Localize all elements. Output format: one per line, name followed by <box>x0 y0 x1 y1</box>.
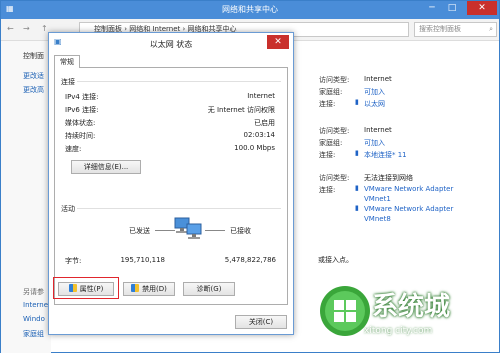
duration-value: 02:03:14 <box>243 131 275 139</box>
ipv6-value: 无 Internet 访问权限 <box>207 106 275 114</box>
vmnet8-link-line1[interactable]: VMware Network Adapter <box>364 205 453 213</box>
disable-label: 禁用(D) <box>142 285 167 293</box>
conn1-ethernet-link[interactable]: 以太网 <box>364 99 385 109</box>
divider <box>77 81 281 82</box>
conn2-access: Internet <box>364 126 392 134</box>
conn2-conn-label: 连接: <box>319 151 336 159</box>
ethernet-icon: ▮ <box>355 98 359 106</box>
minimize-button[interactable]: ─ <box>423 1 441 15</box>
diagnose-button[interactable]: 诊断(G) <box>183 282 235 296</box>
media-state-value: 已启用 <box>254 119 275 127</box>
general-panel: 连接 IPv4 连接: Internet IPv6 连接: 无 Internet… <box>53 67 288 305</box>
conn2-access-label: 访问类型: <box>319 127 350 135</box>
dialog-titlebar: ▣ 以太网 状态 ✕ <box>49 33 293 53</box>
control-panel-home-link[interactable]: 控制面 <box>23 51 44 61</box>
sent-line <box>155 230 175 231</box>
left-nav: 控制面 更改适 更改高 另请参 Internet Windo 家庭组 <box>1 41 51 353</box>
conn3-access-label: 访问类型: <box>319 174 350 182</box>
wireless-icon: ▮ <box>355 149 359 157</box>
network-computers-icon <box>174 217 202 239</box>
ipv6-label: IPv6 连接: <box>65 106 99 114</box>
close-button[interactable]: 关闭(C) <box>235 315 287 329</box>
search-icon[interactable]: ⌕ <box>489 23 496 36</box>
ethernet-status-dialog: ▣ 以太网 状态 ✕ 常规 连接 IPv4 连接: Internet IPv6 … <box>48 32 294 335</box>
see-also-link-2[interactable]: Windo <box>23 315 45 323</box>
conn1-homegroup-label: 家庭组: <box>319 88 343 96</box>
bytes-sent: 195,710,118 <box>120 256 165 264</box>
watermark-brand: 系统城 <box>372 292 451 322</box>
speed-label: 速度: <box>65 145 82 153</box>
see-also-link-3[interactable]: 家庭组 <box>23 329 44 339</box>
forward-arrow-icon[interactable]: → <box>23 24 30 33</box>
search-input[interactable]: 搜索控制面板 ⌕ <box>414 22 497 37</box>
received-line <box>205 230 225 231</box>
ipv4-value: Internet <box>247 92 275 100</box>
bytes-received: 5,478,822,786 <box>224 256 276 264</box>
shield-icon <box>68 284 77 292</box>
vmnet1-link-line1[interactable]: VMware Network Adapter <box>364 185 453 193</box>
vmnet8-link-line2[interactable]: VMnet8 <box>364 215 391 223</box>
watermark-logo: 系统城 xitong city.com <box>300 278 496 348</box>
sent-label: 已发送 <box>129 227 150 235</box>
back-arrow-icon[interactable]: ← <box>7 24 14 33</box>
conn2-local-link[interactable]: 本地连接* 11 <box>364 150 407 160</box>
conn2-homegroup-link[interactable]: 可加入 <box>364 138 385 148</box>
properties-label: 属性(P) <box>79 285 104 293</box>
media-state-label: 媒体状态: <box>65 119 96 127</box>
watermark-url: xitong city.com <box>364 326 433 336</box>
bytes-label: 字节: <box>65 257 82 265</box>
left-link-2[interactable]: 更改高 <box>23 85 44 95</box>
conn3-conn-label: 连接: <box>319 186 336 194</box>
vmnet1-link-line2[interactable]: VMnet1 <box>364 195 391 203</box>
window-titlebar: ▦ 网络和共享中心 ─ □ ✕ <box>1 1 499 19</box>
conn1-homegroup-link[interactable]: 可加入 <box>364 87 385 97</box>
conn3-access: 无法连接到网络 <box>364 174 413 182</box>
conn1-access-label: 访问类型: <box>319 76 350 84</box>
background-hint: 或接入点。 <box>318 256 353 264</box>
conn1-access: Internet <box>364 75 392 83</box>
dialog-title: 以太网 状态 <box>149 40 193 49</box>
tab-general[interactable]: 常规 <box>54 55 80 68</box>
duration-label: 持续时间: <box>65 132 96 140</box>
disable-button[interactable]: 禁用(D) <box>123 282 175 296</box>
conn1-conn-label: 连接: <box>319 100 336 108</box>
properties-button[interactable]: 属性(P) <box>58 282 114 296</box>
dialog-close-icon[interactable]: ✕ <box>267 35 289 49</box>
details-button[interactable]: 详细信息(E)... <box>71 160 141 174</box>
activity-section-title: 活动 <box>61 205 75 213</box>
divider <box>77 208 281 209</box>
vmware-icon-2: ▮ <box>355 204 359 212</box>
see-also-link-1[interactable]: Internet <box>23 301 51 309</box>
received-label: 已接收 <box>230 227 251 235</box>
connection-section-title: 连接 <box>61 78 75 86</box>
close-window-button[interactable]: ✕ <box>467 1 497 15</box>
see-also-title: 另请参 <box>23 288 44 296</box>
up-arrow-icon[interactable]: ↑ <box>41 24 48 33</box>
ipv4-label: IPv4 连接: <box>65 93 99 101</box>
conn2-homegroup-label: 家庭组: <box>319 139 343 147</box>
vmware-icon-1: ▮ <box>355 184 359 192</box>
maximize-button[interactable]: □ <box>443 1 461 15</box>
shield-icon <box>131 284 140 292</box>
left-link-1[interactable]: 更改适 <box>23 71 44 81</box>
speed-value: 100.0 Mbps <box>234 144 275 152</box>
